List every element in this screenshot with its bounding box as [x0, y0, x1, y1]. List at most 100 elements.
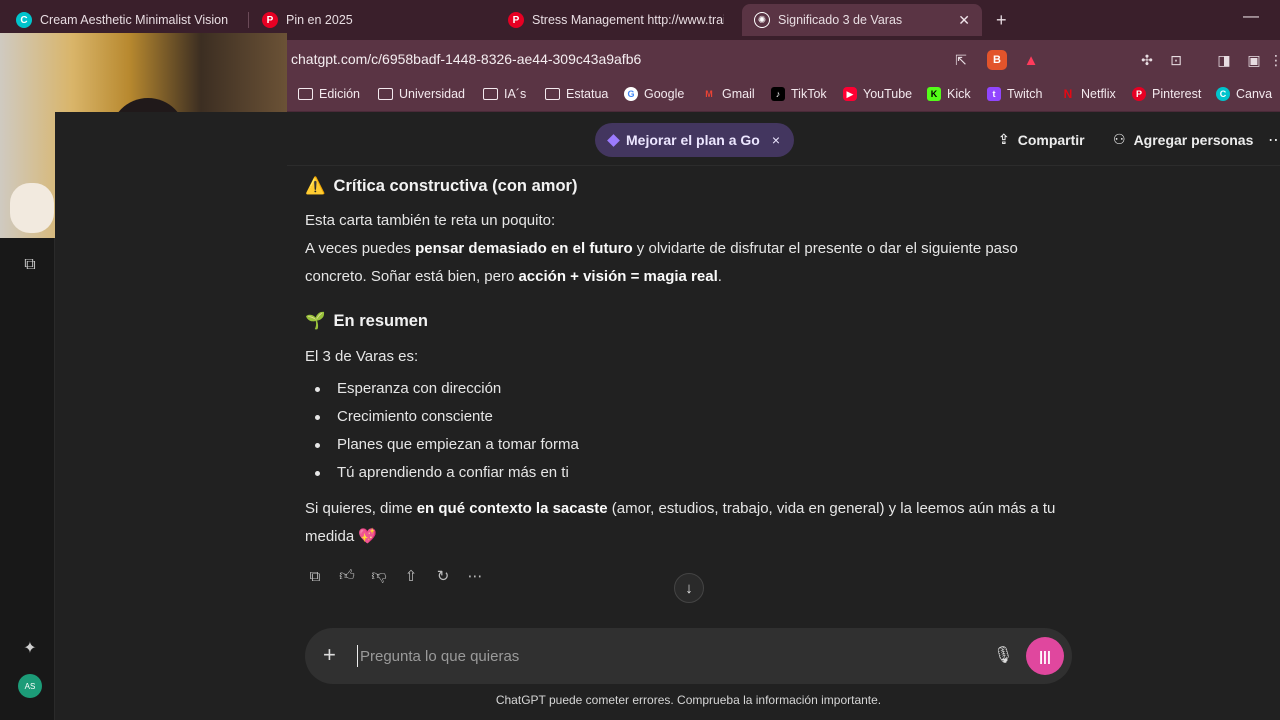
plush-toy: [10, 183, 54, 233]
add-people-button[interactable]: ⚇ Agregar personas: [1113, 131, 1253, 148]
bookmark-netflix[interactable]: N Netflix: [1061, 87, 1116, 101]
bookmark-label: TikTok: [791, 87, 827, 101]
pinterest-icon: P: [1132, 87, 1146, 101]
header-divider: [287, 165, 1280, 166]
bookmark-label: Google: [644, 87, 685, 101]
bookmark-tiktok[interactable]: ♪ TikTok: [771, 87, 827, 101]
tab-significado[interactable]: ✺ Significado 3 de Varas ✕: [742, 4, 982, 36]
reader-mode-icon[interactable]: ⊡: [1166, 50, 1186, 70]
prompt-input[interactable]: [357, 645, 957, 667]
thumbs-down-icon[interactable]: 👎︎: [369, 566, 389, 586]
summary-intro: El 3 de Varas es:: [305, 348, 419, 365]
thumbs-up-icon[interactable]: 👍︎: [337, 566, 357, 586]
google-icon: G: [624, 87, 638, 101]
brave-shields-icon[interactable]: B: [987, 50, 1007, 70]
gmail-icon: M: [705, 89, 713, 99]
upgrade-label: Mejorar el plan a Go: [626, 132, 760, 148]
warning-icon: ⚠️: [305, 177, 326, 195]
tab-label: Cream Aesthetic Minimalist Vision Bo: [40, 13, 232, 27]
youtube-icon: ▶: [843, 87, 857, 101]
diamond-icon: [607, 133, 620, 147]
bookmark-youtube[interactable]: ▶ YouTube: [843, 87, 912, 101]
canva-icon: C: [1216, 87, 1230, 101]
waveform-icon: |||: [1039, 648, 1051, 664]
avatar[interactable]: AS: [18, 674, 42, 698]
more-options-icon[interactable]: ⋯: [1268, 130, 1280, 150]
bookmark-google[interactable]: G Google: [624, 87, 684, 101]
bookmark-ias[interactable]: IA´s: [483, 87, 526, 101]
bookmark-label: Netflix: [1081, 87, 1116, 101]
list-item: Planes que empiezan a tomar forma: [305, 431, 1075, 459]
microphone-icon[interactable]: 🎙︎: [993, 645, 1013, 665]
pinterest-icon: P: [508, 12, 524, 28]
tab-stress-management[interactable]: P Stress Management http://www.traini: [496, 4, 736, 36]
seedling-icon: 🌱: [305, 312, 326, 330]
sidebar: ⧉ ✦ AS: [0, 238, 55, 720]
summary-heading: 🌱 En resumen: [305, 307, 1075, 335]
summary-title: En resumen: [333, 312, 428, 330]
close-icon[interactable]: ×: [772, 132, 780, 148]
bookmark-twitch[interactable]: t Twitch: [987, 87, 1042, 101]
bookmark-label: YouTube: [863, 87, 913, 101]
tab-pin-2025[interactable]: P Pin en 2025: [250, 4, 490, 36]
bookmark-pinterest[interactable]: P Pinterest: [1132, 87, 1201, 101]
bookmark-label: Estatua: [566, 87, 609, 101]
netflix-icon: N: [1063, 87, 1073, 101]
share-button[interactable]: ⇪ Compartir: [998, 131, 1085, 148]
tiktok-icon: ♪: [771, 87, 785, 101]
bookmark-canva[interactable]: C Canva: [1216, 87, 1272, 101]
critique-intro: Esta carta también te reta un poquito:: [305, 212, 556, 229]
bookmark-gmail[interactable]: M Gmail: [702, 87, 755, 101]
sparkle-icon[interactable]: ✦: [18, 636, 42, 660]
extensions-icon[interactable]: ✣: [1137, 50, 1157, 70]
bookmark-label: Twitch: [1007, 87, 1043, 101]
bookmark-edicion[interactable]: Edición: [298, 87, 360, 101]
share-icon: ⇪: [998, 131, 1010, 147]
share-page-icon[interactable]: ⇱: [951, 50, 971, 70]
heart-icon: 💖: [358, 528, 378, 545]
tab-label: Stress Management http://www.traini: [532, 13, 724, 27]
bookmark-kick[interactable]: K Kick: [927, 87, 971, 101]
regenerate-icon[interactable]: ↻: [433, 566, 453, 586]
gallery-icon[interactable]: ⧉: [18, 253, 42, 277]
bookmark-label: Edición: [319, 87, 360, 101]
bookmark-label: Gmail: [722, 87, 755, 101]
list-item: Esperanza con dirección: [305, 375, 1075, 403]
bookmark-universidad[interactable]: Universidad: [378, 87, 465, 101]
close-icon[interactable]: ✕: [958, 12, 970, 29]
url-field[interactable]: chatgpt.com/c/6958badf-1448-8326-ae44-30…: [291, 51, 641, 67]
bookmark-label: Kick: [947, 87, 971, 101]
composer: + 🎙︎ |||: [305, 628, 1072, 684]
copy-icon[interactable]: ⧉: [305, 566, 325, 586]
tab-vision-board[interactable]: C Cream Aesthetic Minimalist Vision Bo: [4, 4, 244, 36]
closing-paragraph: Si quieres, dime en qué contexto la saca…: [305, 500, 1056, 545]
more-icon[interactable]: ⋯: [465, 566, 485, 586]
upgrade-plan-button[interactable]: Mejorar el plan a Go ×: [595, 123, 795, 157]
chatgpt-icon: ✺: [754, 12, 770, 28]
kick-icon: K: [927, 87, 941, 101]
wallet-icon[interactable]: ▣: [1244, 50, 1264, 70]
share-icon[interactable]: ⇧: [401, 566, 421, 586]
voice-mode-button[interactable]: |||: [1026, 637, 1064, 675]
tab-label: Pin en 2025: [286, 13, 353, 27]
pinterest-icon: P: [262, 12, 278, 28]
sidebar-toggle-icon[interactable]: ◨: [1214, 50, 1234, 70]
add-people-label: Agregar personas: [1133, 131, 1254, 148]
list-item: Tú aprendiendo a confiar más en ti: [305, 459, 1075, 487]
list-item: Crecimiento consciente: [305, 403, 1075, 431]
share-label: Compartir: [1017, 131, 1085, 148]
folder-icon: [483, 88, 498, 100]
add-attachment-icon[interactable]: +: [323, 644, 336, 666]
message-actions: ⧉ 👍︎ 👎︎ ⇧ ↻ ⋯: [305, 566, 485, 586]
new-tab-button[interactable]: +: [996, 10, 1007, 31]
brave-rewards-icon[interactable]: ▲: [1021, 50, 1041, 70]
minimize-button[interactable]: —: [1243, 8, 1259, 26]
bookmark-estatua[interactable]: Estatua: [545, 87, 608, 101]
bookmark-label: Universidad: [399, 87, 466, 101]
disclaimer: ChatGPT puede cometer errores. Comprueba…: [495, 693, 882, 707]
menu-icon[interactable]: ⋮: [1266, 50, 1280, 70]
folder-icon: [378, 88, 393, 100]
sidebar-top-area: [55, 112, 287, 238]
folder-icon: [298, 88, 313, 100]
scroll-down-button[interactable]: ↓: [674, 573, 704, 603]
